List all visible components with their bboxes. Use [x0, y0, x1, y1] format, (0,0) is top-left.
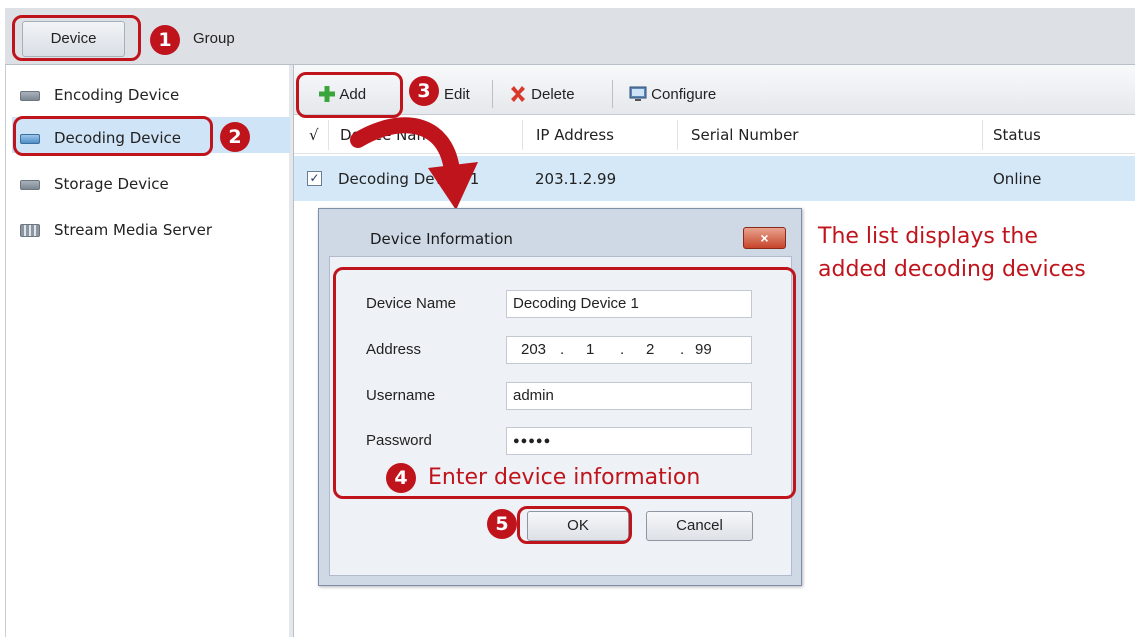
- configure-button[interactable]: Configure: [629, 80, 716, 110]
- toolbar-divider: [492, 80, 493, 108]
- delete-button[interactable]: Delete: [509, 80, 575, 110]
- step-badge-5: 5: [487, 509, 517, 539]
- red-arrow-icon: [350, 117, 478, 210]
- step-badge-4: 4: [386, 463, 416, 493]
- sidebar-item-storage-device[interactable]: Storage Device: [20, 172, 169, 196]
- row-checkbox[interactable]: ✓: [307, 171, 322, 186]
- column-divider: [982, 120, 983, 150]
- annotation-highlight-device-tab: [12, 15, 141, 61]
- monitor-icon: [629, 84, 647, 102]
- cell-status: Online: [993, 170, 1042, 188]
- sidebar-item-encoding-device[interactable]: Encoding Device: [20, 83, 179, 107]
- column-divider: [677, 120, 678, 150]
- dialog-close-button[interactable]: ×: [743, 227, 786, 249]
- configure-label: Configure: [651, 86, 717, 103]
- column-divider: [522, 120, 523, 150]
- tab-group[interactable]: Group: [193, 21, 235, 57]
- step-badge-2: 2: [220, 122, 250, 152]
- annotation-note-list-line2: added decoding devices: [818, 257, 1086, 282]
- annotation-highlight-ok: [517, 506, 632, 544]
- edit-button[interactable]: Edit: [444, 80, 470, 110]
- delete-x-icon: [509, 84, 527, 103]
- sidebar-item-stream-media-server[interactable]: Stream Media Server: [20, 218, 212, 242]
- column-header-status[interactable]: Status: [993, 123, 1041, 147]
- annotation-highlight-add-button: [296, 72, 403, 118]
- dialog-title: Device Information: [370, 230, 513, 248]
- encoding-device-icon: [20, 90, 40, 101]
- annotation-note-list-line1: The list displays the: [818, 224, 1038, 249]
- delete-label: Delete: [531, 86, 575, 103]
- toolbar-divider: [612, 80, 613, 108]
- column-header-serial-number[interactable]: Serial Number: [691, 123, 798, 147]
- column-header-ip-address[interactable]: IP Address: [536, 123, 614, 147]
- annotation-note-enter-info: Enter device information: [428, 465, 701, 490]
- cancel-button[interactable]: Cancel: [646, 511, 753, 541]
- step-badge-1: 1: [150, 25, 180, 55]
- step-badge-3: 3: [409, 76, 439, 106]
- column-header-check[interactable]: √: [309, 123, 319, 147]
- column-divider: [328, 120, 329, 150]
- sidebar-item-label: Storage Device: [54, 175, 169, 193]
- sidebar-item-label: Stream Media Server: [54, 221, 213, 239]
- sidebar-item-label: Encoding Device: [54, 86, 180, 104]
- cell-ip-address: 203.1.2.99: [535, 170, 617, 188]
- annotation-highlight-decoding-device: [13, 116, 213, 156]
- stream-media-server-icon: [20, 224, 40, 237]
- storage-device-icon: [20, 179, 40, 190]
